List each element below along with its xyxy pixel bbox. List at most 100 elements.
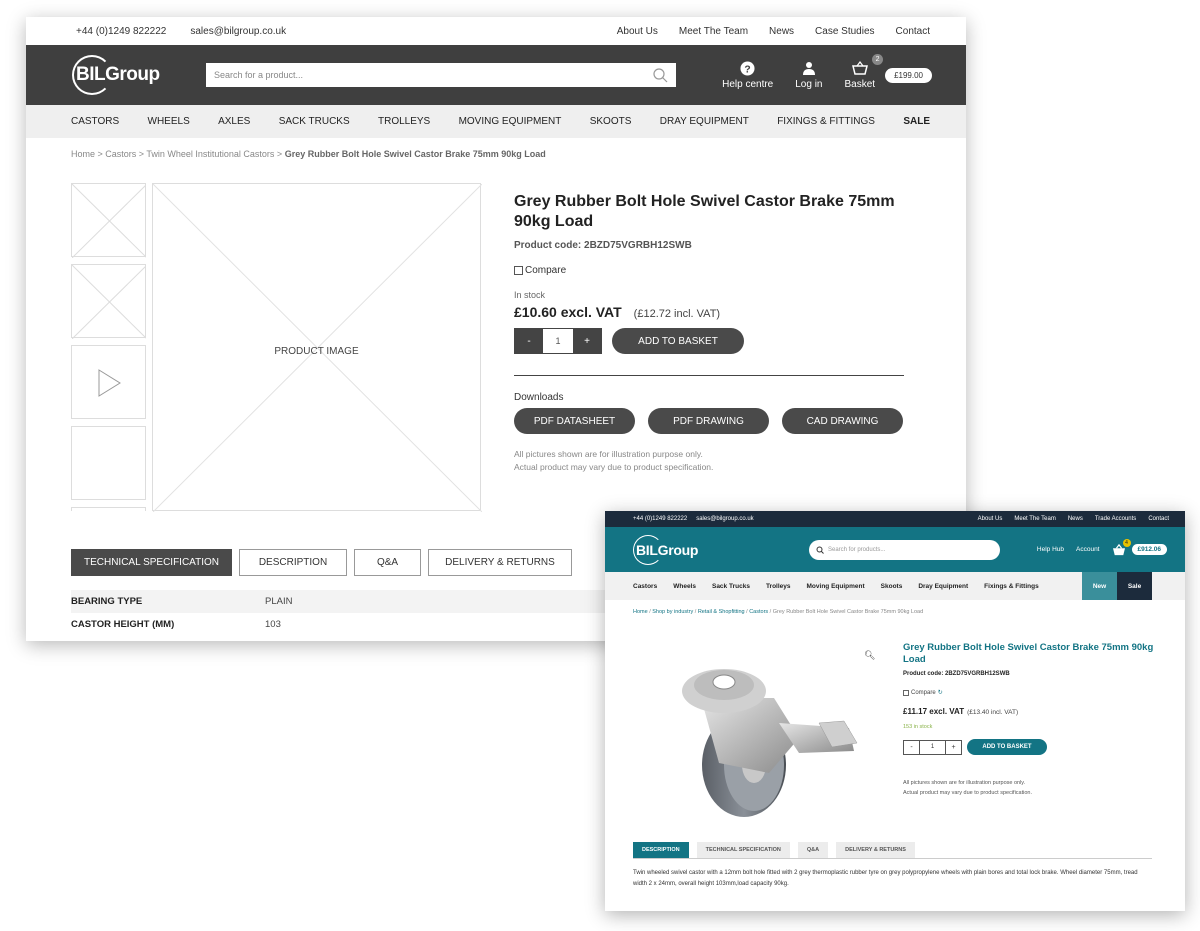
video-thumbnail[interactable]: [71, 345, 146, 419]
account-link[interactable]: Account: [1076, 546, 1100, 553]
nav-item-sack-trucks[interactable]: SACK TRUCKS: [279, 116, 350, 127]
top-link-about[interactable]: About Us: [617, 26, 658, 37]
qty-input[interactable]: 1: [919, 740, 946, 754]
thumbnail[interactable]: [71, 264, 146, 339]
breadcrumb-trail[interactable]: Home > Castors > Twin Wheel Institutiona…: [71, 149, 285, 159]
product-image-placeholder[interactable]: PRODUCT IMAGE: [152, 183, 482, 512]
logo-text: BILGroup: [636, 541, 699, 558]
nav-item-castors[interactable]: Castors: [633, 583, 657, 590]
compare-checkbox[interactable]: Compare: [514, 265, 904, 276]
help-hub-link[interactable]: Help Hub: [1037, 546, 1064, 553]
top-link-contact[interactable]: Contact: [896, 26, 930, 37]
qty-decrease-button[interactable]: -: [904, 741, 919, 754]
spec-value: 103: [265, 619, 281, 630]
nav-item-sale[interactable]: Sale: [1117, 572, 1152, 600]
product-info: Grey Rubber Bolt Hole Swivel Castor Brak…: [903, 642, 1163, 798]
nav-item-dray-equipment[interactable]: DRAY EQUIPMENT: [660, 116, 749, 127]
nav-item-axles[interactable]: AXLES: [218, 116, 250, 127]
nav-item-fixings[interactable]: FIXINGS & FITTINGS: [777, 116, 875, 127]
top-link-case-studies[interactable]: Case Studies: [815, 26, 874, 37]
spec-value: PLAIN: [265, 596, 293, 607]
top-link-team[interactable]: Meet The Team: [679, 26, 748, 37]
breadcrumb-retail[interactable]: Retail & Shopfitting: [698, 609, 745, 615]
tab-delivery-returns[interactable]: DELIVERY & RETURNS: [836, 842, 915, 858]
search-input[interactable]: Search for products...: [809, 539, 1000, 560]
thumbnail[interactable]: [71, 183, 146, 258]
nav-item-dray-equipment[interactable]: Dray Equipment: [918, 583, 968, 590]
logo[interactable]: BILGroup: [633, 534, 733, 565]
search-input[interactable]: Search for a product...: [206, 63, 676, 87]
breadcrumb-home[interactable]: Home: [633, 609, 648, 615]
tab-qa[interactable]: Q&A: [354, 549, 421, 576]
quantity-stepper: - 1 +: [514, 328, 602, 354]
top-link-contact[interactable]: Contact: [1148, 516, 1169, 522]
search-icon[interactable]: [816, 546, 824, 554]
nav-item-wheels[interactable]: Wheels: [673, 583, 696, 590]
nav-item-trolleys[interactable]: Trolleys: [766, 583, 791, 590]
checkbox-icon[interactable]: [903, 689, 909, 696]
nav-item-new[interactable]: New: [1082, 572, 1117, 600]
basket-total[interactable]: £912.06: [1131, 544, 1167, 555]
basket-total[interactable]: £199.00: [885, 67, 932, 83]
basket-label: Basket: [844, 79, 876, 90]
breadcrumb-castors[interactable]: Castors: [749, 609, 768, 615]
thumbnail[interactable]: [71, 507, 146, 511]
disclaimer-line-2: Actual product may vary due to product s…: [514, 462, 714, 472]
pdf-drawing-button[interactable]: PDF DRAWING: [648, 408, 769, 434]
email-link[interactable]: sales@bilgroup.co.uk: [696, 516, 753, 522]
nav-item-trolleys[interactable]: TROLLEYS: [378, 116, 430, 127]
top-link-trade-accounts[interactable]: Trade Accounts: [1095, 516, 1136, 522]
add-to-basket-button[interactable]: ADD TO BASKET: [967, 739, 1047, 755]
tab-description[interactable]: DESCRIPTION: [633, 842, 689, 858]
nav-item-sale[interactable]: SALE: [903, 116, 930, 127]
basket-icon[interactable]: 4: [1112, 538, 1131, 556]
phone-link[interactable]: +44 (0)1249 822222: [633, 516, 687, 522]
help-centre-button[interactable]: ? Help centre: [722, 60, 773, 90]
checkbox-icon[interactable]: [514, 266, 523, 275]
price: £11.17 excl. VAT (£13.40 incl. VAT): [903, 707, 1163, 716]
disclaimer-line-1: All pictures shown are for illustration …: [903, 780, 1026, 786]
final-design-page: +44 (0)1249 822222 sales@bilgroup.co.uk …: [605, 511, 1185, 911]
nav-item-skoots[interactable]: Skoots: [881, 583, 903, 590]
login-button[interactable]: Log in: [795, 60, 823, 90]
help-icon: ?: [740, 60, 756, 76]
breadcrumb-current: Grey Rubber Bolt Hole Swivel Castor Brak…: [284, 149, 546, 159]
top-link-team[interactable]: Meet The Team: [1014, 516, 1055, 522]
search-icon[interactable]: [652, 67, 668, 83]
qty-increase-button[interactable]: +: [573, 329, 601, 353]
thumbnail[interactable]: [71, 426, 146, 500]
tab-technical-specification[interactable]: TECHNICAL SPECIFICATION: [71, 549, 232, 576]
qty-input[interactable]: 1: [543, 329, 573, 353]
top-link-about[interactable]: About Us: [978, 516, 1003, 522]
breadcrumb-shop-by-industry[interactable]: Shop by industry: [652, 609, 693, 615]
pdf-datasheet-button[interactable]: PDF DATASHEET: [514, 408, 635, 434]
product-image[interactable]: [649, 653, 859, 823]
email-link[interactable]: sales@bilgroup.co.uk: [190, 26, 286, 37]
tab-delivery-returns[interactable]: DELIVERY & RETURNS: [428, 549, 572, 576]
phone-link[interactable]: +44 (0)1249 822222: [76, 26, 166, 37]
nav-item-skoots[interactable]: SKOOTS: [590, 116, 632, 127]
compare-info-icon[interactable]: ↻: [938, 689, 943, 696]
nav-item-fixings[interactable]: Fixings & Fittings: [984, 583, 1039, 590]
cad-drawing-button[interactable]: CAD DRAWING: [782, 408, 903, 434]
spec-key: BEARING TYPE: [71, 596, 143, 607]
nav-item-moving-equipment[interactable]: MOVING EQUIPMENT: [459, 116, 562, 127]
top-link-news[interactable]: News: [1068, 516, 1083, 522]
basket-button[interactable]: 2 Basket: [844, 54, 884, 90]
qty-decrease-button[interactable]: -: [515, 329, 543, 353]
price: £10.60 excl. VAT (£12.72 incl. VAT): [514, 304, 904, 320]
tab-qa[interactable]: Q&A: [797, 842, 829, 858]
compare-checkbox[interactable]: Compare ↻: [903, 689, 1163, 696]
zoom-icon[interactable]: 🔍︎: [864, 650, 875, 661]
tab-technical-specification[interactable]: TECHNICAL SPECIFICATION: [696, 842, 790, 858]
qty-increase-button[interactable]: +: [946, 741, 961, 754]
logo[interactable]: BILGroup: [72, 55, 206, 95]
nav-item-moving-equipment[interactable]: Moving Equipment: [807, 583, 865, 590]
add-to-basket-button[interactable]: ADD TO BASKET: [612, 328, 744, 354]
nav-item-wheels[interactable]: WHEELS: [148, 116, 190, 127]
nav-item-castors[interactable]: CASTORS: [71, 116, 119, 127]
tab-description[interactable]: DESCRIPTION: [239, 549, 347, 576]
top-link-news[interactable]: News: [769, 26, 794, 37]
nav-item-sack-trucks[interactable]: Sack Trucks: [712, 583, 750, 590]
product-title: Grey Rubber Bolt Hole Swivel Castor Brak…: [903, 642, 1154, 665]
